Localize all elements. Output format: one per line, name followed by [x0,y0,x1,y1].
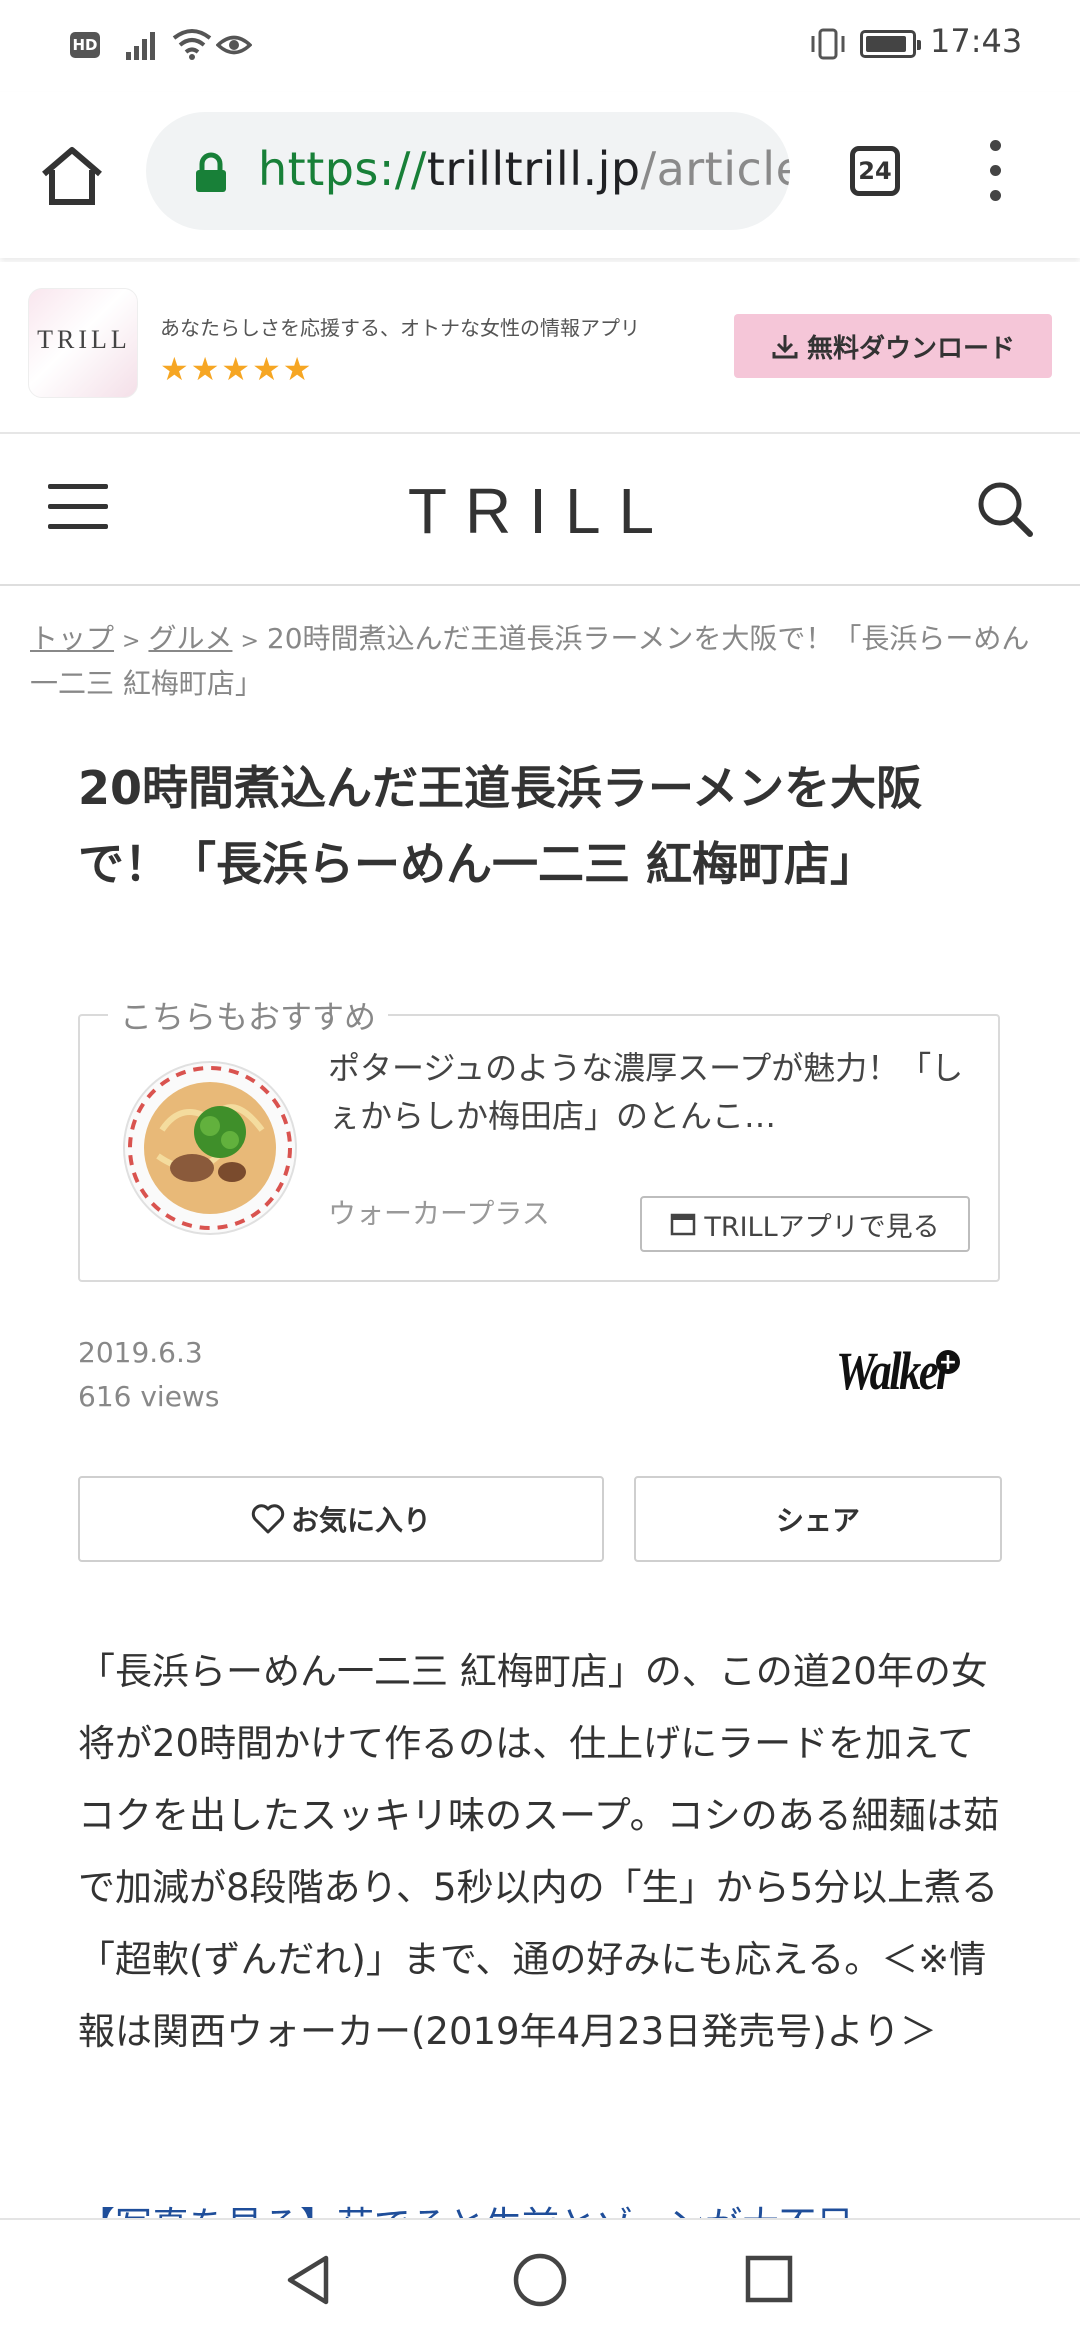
url-text: https://trilltrill.jp/articles [258,142,790,196]
breadcrumb-gourmet-link[interactable]: グルメ [148,622,232,655]
article-body: 「長浜らーめん一二三 紅梅町店」の、この道20年の女将が20時間かけて作るのは、… [78,1650,1000,2053]
app-button-label: TRILLアプリで見る [704,1211,940,1243]
trill-app-icon[interactable]: TRILL [28,288,138,398]
clock: 17:43 [930,22,1023,60]
plus-icon: + [936,1350,960,1375]
article-title: 20時間煮込んだ王道長浜ラーメンを大阪で！「長浜らーめん一二三 紅梅町店」 [78,761,923,891]
breadcrumb-separator: > [240,629,259,654]
lock-icon [196,152,226,192]
share-button[interactable]: シェア [634,1476,1002,1562]
address-bar[interactable]: https://trilltrill.jp/articles [146,112,790,230]
recommend-title[interactable]: ポタージュのような濃厚スープが魅力！「しぇからしか梅田店」のとんこ… [328,1044,968,1140]
vibrate-icon [811,28,845,60]
overflow-menu-icon[interactable] [990,140,1002,202]
hd-badge: HD [70,32,100,58]
app-window-icon [671,1213,696,1236]
open-in-trill-app-button[interactable]: TRILLアプリで見る [640,1196,970,1252]
recent-apps-icon[interactable] [744,2254,794,2304]
favorite-button[interactable]: お気に入り [78,1476,604,1562]
download-label: 無料ダウンロード [806,333,1015,364]
app-icon-label: TRILL [37,325,131,354]
breadcrumb: トップ > グルメ >20時間煮込んだ王道長浜ラーメンを大阪で！「長浜らーめん一二三 … [30,618,1050,705]
signal-icon [126,32,155,60]
app-promo-banner: TRILL あなたらしさを応援する、オトナな女性の情報アプリ ★★★★★ 無料ダ… [0,262,1080,435]
download-icon [772,335,798,359]
recommend-label: こちらもおすすめ [108,992,389,1038]
breadcrumb-top-link[interactable]: トップ [30,622,114,655]
system-navigation-bar [0,2218,1080,2342]
view-count: 616 views [78,1380,220,1413]
home-circle-icon[interactable] [512,2252,568,2308]
site-logo[interactable]: TRILL [0,474,1080,548]
back-icon[interactable] [282,2252,334,2308]
search-icon[interactable] [974,478,1036,540]
battery-icon [860,30,921,58]
home-icon[interactable] [36,140,108,212]
free-download-button[interactable]: 無料ダウンロード [734,314,1052,378]
browser-toolbar: https://trilltrill.jp/articles 24 [0,92,1080,258]
recommend-source: ウォーカープラス [328,1197,550,1230]
favorite-label: お気に入り [290,1504,431,1537]
status-bar: HD 17:43 [0,0,1080,92]
eye-comfort-icon [216,35,252,55]
breadcrumb-separator: > [122,629,141,654]
heart-icon [251,1504,285,1534]
ramen-thumbnail-image [123,1061,297,1235]
site-header: TRILL [0,434,1080,586]
tab-switcher-button[interactable]: 24 [850,146,900,196]
wifi-icon [172,29,212,60]
publish-date: 2019.6.3 [78,1336,203,1369]
app-tagline: あなたらしさを応援する、オトナな女性の情報アプリ [160,316,640,340]
walker-publisher-logo[interactable]: Walker [836,1340,953,1402]
recommended-article-card[interactable]: こちらもおすすめ ポタージュのような濃厚スープが魅力！「しぇからしか梅田店」のと… [78,992,1000,1282]
rating-stars-icon: ★★★★★ [160,350,314,388]
